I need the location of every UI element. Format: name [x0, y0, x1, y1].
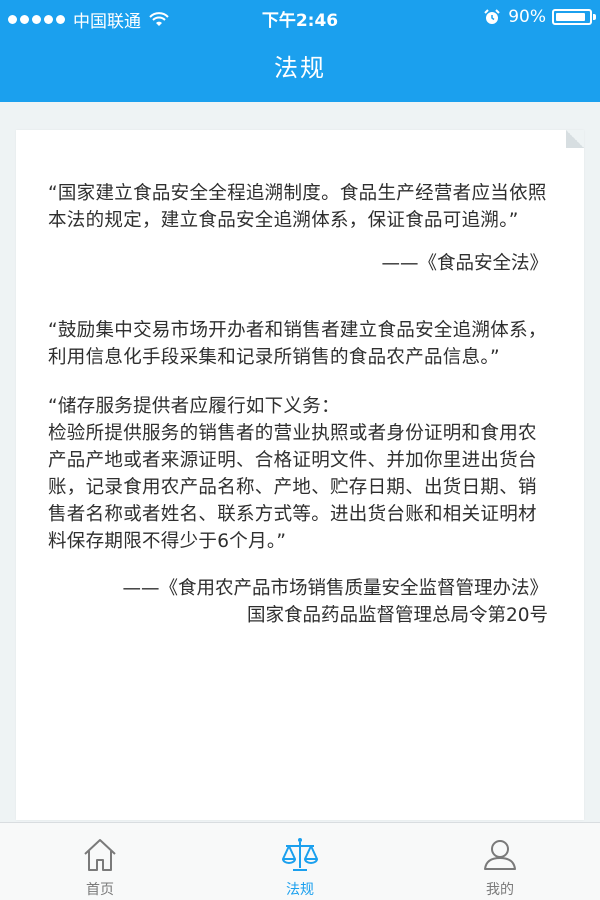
battery-nub — [593, 14, 596, 20]
status-right: 90% — [484, 7, 596, 27]
battery-icon — [552, 9, 596, 25]
quote-food-safety-law: “国家建立食品安全全程追溯制度。食品生产经营者应当依照本法的规定，建立食品安全追… — [48, 183, 547, 231]
tab-law[interactable]: 法规 — [200, 823, 400, 900]
tab-law-label: 法规 — [286, 882, 314, 898]
document-card: “国家建立食品安全全程追溯制度。食品生产经营者应当依照本法的规定，建立食品安全追… — [16, 130, 584, 820]
battery-level — [556, 13, 585, 21]
quote-storage-obligations: “储存服务提供者应履行如下义务： 检验所提供服务的销售者的营业执照或者身份证明和… — [48, 393, 548, 555]
page-fold-corner — [566, 130, 584, 148]
source-food-safety-law: ——《食品安全法》 — [381, 253, 548, 274]
status-bar: 中国联通 下午2:46 90% — [0, 0, 600, 34]
battery-percent: 90% — [508, 7, 546, 27]
article-content: “国家建立食品安全全程追溯制度。食品生产经营者应当依照本法的规定，建立食品安全追… — [48, 180, 548, 629]
home-icon — [84, 839, 116, 871]
alarm-clock-icon — [484, 9, 500, 24]
app-header: 中国联通 下午2:46 90% 法规 — [0, 0, 600, 102]
source-market-regulation: ——《食用农产品市场销售质量安全监督管理办法》 — [122, 578, 548, 599]
page-title: 法规 — [274, 54, 326, 82]
tab-bar: 首页 法规 我的 — [0, 822, 600, 900]
tab-me[interactable]: 我的 — [400, 823, 600, 900]
quote-storage-body: 检验所提供服务的销售者的营业执照或者身份证明和食用农产品产地或者来源证明、合格证… — [48, 423, 537, 552]
user-icon — [484, 840, 516, 870]
quote-storage-heading: “储存服务提供者应履行如下义务： — [48, 396, 340, 417]
scales-icon — [282, 838, 318, 871]
tab-me-label: 我的 — [486, 882, 514, 898]
tab-home-label: 首页 — [86, 882, 114, 898]
quote-market-traceability: “鼓励集中交易市场开办者和销售者建立食品安全追溯体系，利用信息化手段采集和记录所… — [48, 320, 547, 368]
source-decree-number: 国家食品药品监督管理总局令第20号 — [246, 605, 548, 626]
tab-home[interactable]: 首页 — [0, 823, 200, 900]
